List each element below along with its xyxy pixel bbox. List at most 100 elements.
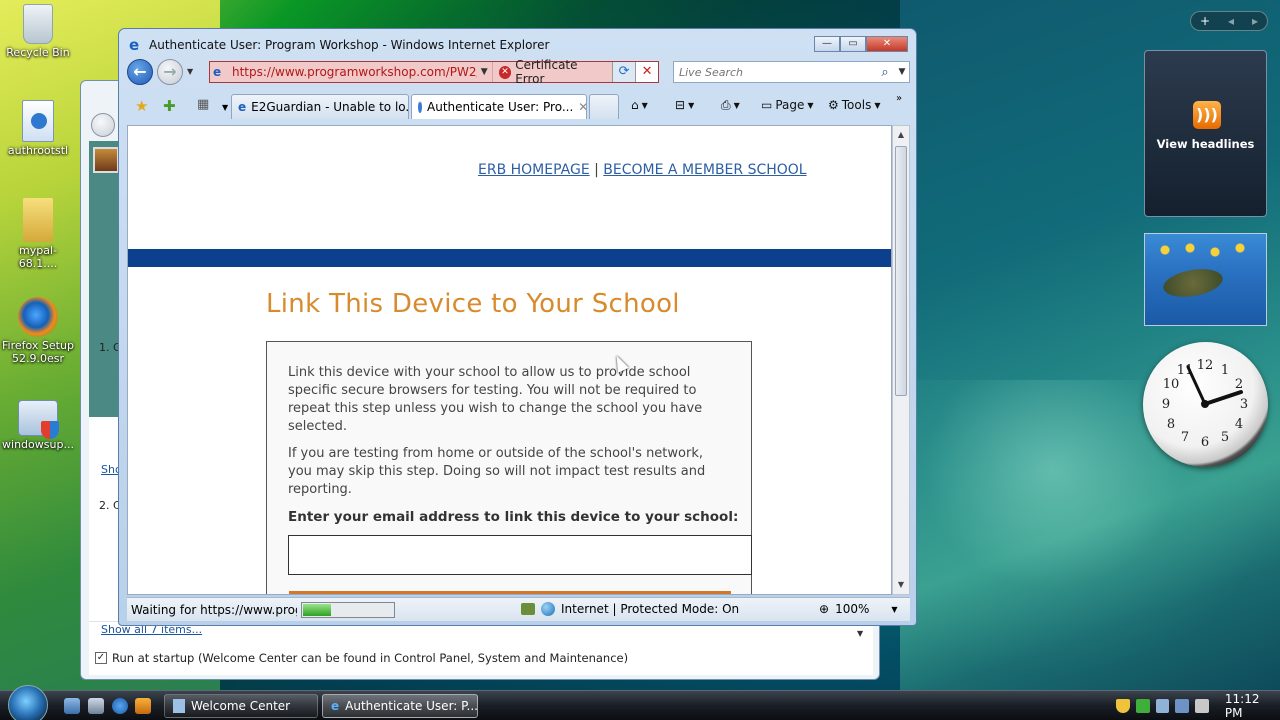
clock-gadget[interactable]: 12 1 2 3 4 5 6 7 8 9 10 11 — [1143, 342, 1268, 467]
scrollbar-thumb[interactable] — [895, 146, 907, 396]
zoom-level: 100% — [835, 602, 870, 616]
run-at-startup-row[interactable]: ✓ Run at startup (Welcome Center can be … — [95, 651, 628, 665]
add-gadget-icon[interactable]: + — [1200, 14, 1210, 28]
stop-button[interactable]: ✕ — [635, 62, 658, 82]
add-favorites-icon[interactable]: ✚ — [163, 97, 176, 115]
fish-school-image — [1155, 240, 1255, 260]
media-player-icon[interactable] — [135, 698, 151, 714]
security-zone[interactable]: Internet | Protected Mode: On — [521, 602, 739, 616]
display-icon[interactable] — [1175, 699, 1190, 713]
switch-windows-icon[interactable] — [88, 698, 104, 714]
clock-number: 4 — [1235, 417, 1243, 432]
toolbar-overflow-icon[interactable]: » — [896, 93, 902, 104]
ie-page-icon: e — [238, 100, 247, 114]
start-button[interactable] — [8, 685, 48, 720]
desktop-icon-firefox-setup[interactable]: Firefox Setup 52.9.0esr — [0, 297, 76, 365]
sea-turtle-image — [1161, 264, 1225, 302]
skip-paragraph: If you are testing from home or outside … — [288, 446, 706, 497]
rss-icon: ))) — [1193, 101, 1221, 129]
run-at-startup-checkbox[interactable]: ✓ — [95, 652, 107, 664]
maximize-button[interactable]: ▭ — [840, 36, 866, 52]
home-button[interactable]: ⌂ ▼ — [631, 98, 648, 112]
email-field[interactable] — [288, 535, 752, 575]
search-box[interactable]: ⌕ ▼ — [673, 61, 910, 83]
tab-list-dropdown-icon[interactable]: ▼ — [222, 103, 228, 112]
taskbar-welcome-center[interactable]: Welcome Center — [164, 694, 318, 718]
erb-homepage-link[interactable]: ERB HOMEPAGE — [478, 162, 590, 178]
quick-tabs-icon[interactable]: ▦ — [197, 97, 209, 112]
clock-number: 2 — [1235, 377, 1243, 392]
page-menu-label: Page — [775, 98, 805, 112]
print-button[interactable]: ⎙ ▼ — [721, 98, 740, 113]
popup-blocker-icon — [521, 603, 535, 615]
ie-quicklaunch-icon[interactable] — [112, 698, 128, 714]
address-bar[interactable]: e https://www.programworkshop.com/PW2/Co… — [209, 58, 659, 86]
search-icon[interactable]: ⌕ — [875, 65, 895, 80]
page-menu-button[interactable]: ▭ Page ▼ — [761, 98, 814, 112]
page-icon: e — [213, 65, 222, 79]
search-options-dropdown-icon[interactable]: ▼ — [895, 67, 909, 77]
certificate-error-button[interactable]: ✕ Certificate Error — [491, 58, 613, 86]
link-device-panel: Link this device with your school to all… — [266, 341, 752, 594]
forward-button[interactable]: → — [157, 59, 183, 85]
refresh-button[interactable]: ⟳ — [612, 62, 636, 82]
internet-globe-icon — [541, 602, 555, 616]
clock-number: 1 — [1221, 363, 1229, 378]
clock-number: 10 — [1163, 377, 1180, 392]
tab-label: Authenticate User: Pro... — [427, 100, 574, 114]
address-url[interactable]: e https://www.programworkshop.com/PW2/Co… — [210, 62, 477, 82]
vertical-scrollbar[interactable]: ▲ ▼ — [892, 125, 910, 595]
address-dropdown-icon[interactable]: ▼ — [476, 62, 492, 82]
show-desktop-icon[interactable] — [64, 698, 80, 714]
header-color-bar — [128, 249, 891, 267]
welcome-back-button[interactable] — [91, 113, 115, 137]
zoom-dropdown-icon[interactable]: ▼ — [891, 605, 897, 614]
scroll-down-arrow-icon[interactable]: ▼ — [893, 576, 909, 594]
tab-e2guardian[interactable]: e E2Guardian - Unable to lo... — [231, 94, 409, 119]
close-tab-icon[interactable]: ✕ — [578, 100, 586, 114]
recent-pages-dropdown-icon[interactable]: ▼ — [187, 67, 193, 76]
slideshow-gadget[interactable] — [1144, 233, 1267, 326]
desktop-icon-windowsupdate[interactable]: windowsup... — [0, 400, 76, 451]
status-bar: Waiting for https://www.progra Internet … — [127, 597, 910, 621]
volume-muted-icon[interactable] — [1195, 699, 1209, 713]
desktop-icon-recycle-bin[interactable]: Recycle Bin — [0, 4, 76, 59]
view-headlines-label: View headlines — [1156, 137, 1255, 151]
feeds-button[interactable]: ⊟ ▼ — [675, 98, 694, 112]
close-button[interactable]: ✕ — [866, 36, 908, 52]
taskbar-item-label: Authenticate User: P... — [345, 699, 478, 713]
minimize-button[interactable]: — — [814, 36, 840, 52]
tab-authenticate-user[interactable]: Authenticate User: Pro... ✕ — [411, 94, 587, 119]
firefox-installer-icon — [18, 297, 58, 337]
loading-icon — [418, 101, 422, 113]
certificate-error-icon: ✕ — [498, 65, 512, 79]
page-load-progress — [301, 601, 395, 618]
scroll-up-arrow-icon[interactable]: ▲ — [893, 126, 909, 144]
recycle-bin-icon — [23, 4, 53, 44]
page-icon: ▭ — [761, 98, 773, 112]
new-tab-button[interactable] — [589, 94, 619, 119]
search-input[interactable] — [674, 62, 875, 82]
clock-time[interactable]: 11:12 PM — [1225, 692, 1280, 720]
next-gadget-icon[interactable]: ▸ — [1252, 14, 1258, 28]
become-member-school-link[interactable]: BECOME A MEMBER SCHOOL — [603, 162, 806, 178]
back-button[interactable]: ← — [127, 59, 153, 85]
page-content: ERB HOMEPAGE | BECOME A MEMBER SCHOOL Li… — [127, 125, 892, 595]
desktop-icon-authrootstl[interactable]: authrootstl — [0, 100, 76, 157]
desktop-icon-mypal[interactable]: mypal-68.1.... — [0, 198, 76, 270]
system-tray: 11:12 PM — [1110, 691, 1280, 720]
previous-gadget-icon[interactable]: ◂ — [1228, 14, 1234, 28]
network-icon[interactable] — [1155, 699, 1170, 713]
taskbar-authenticate-user[interactable]: e Authenticate User: P... — [322, 694, 478, 718]
tools-menu-button[interactable]: ⚙ Tools ▼ — [828, 98, 880, 112]
submit-button[interactable] — [289, 591, 731, 594]
security-shield-icon[interactable] — [1116, 699, 1130, 713]
show-all-scroll-arrow-icon[interactable]: ▼ — [857, 629, 863, 638]
run-at-startup-label: Run at startup (Welcome Center can be fo… — [112, 651, 629, 665]
zoom-control[interactable]: ⊕ 100% ▼ — [819, 602, 898, 616]
feed-headlines-gadget[interactable]: ))) View headlines — [1144, 50, 1267, 217]
status-text: Waiting for https://www.progra — [131, 602, 297, 617]
update-check-icon[interactable] — [1135, 699, 1150, 713]
favorites-star-icon[interactable]: ★ — [135, 97, 148, 115]
email-label: Enter your email address to link this de… — [288, 509, 739, 525]
